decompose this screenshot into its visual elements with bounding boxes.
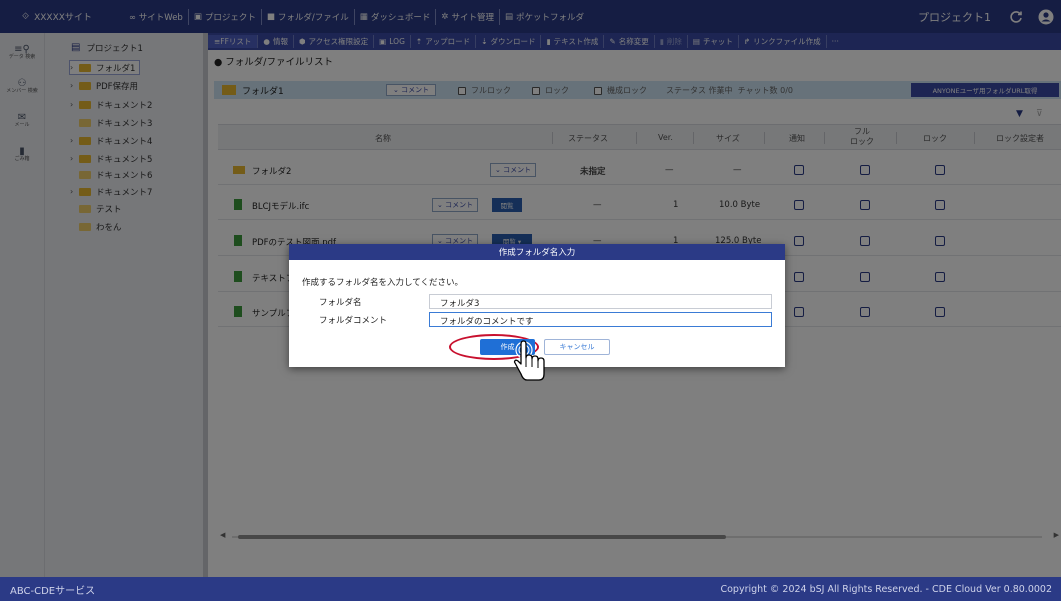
dialog-title: 作成フォルダ名入力 [289, 244, 785, 260]
hand-pointer-icon [513, 340, 545, 381]
folder-comment-label: フォルダコメント [319, 316, 388, 326]
folder-name-input[interactable]: フォルダ3 [429, 294, 772, 309]
service-name: ABC-CDEサービス [10, 585, 96, 597]
copyright: Copyright © 2024 bSJ All Rights Reserved… [720, 583, 1052, 595]
dialog-message: 作成するフォルダ名を入力してください。 [302, 278, 463, 288]
folder-comment-input[interactable]: フォルダのコメントです [429, 312, 772, 327]
footer: ABC-CDEサービス Copyright © 2024 bSJ All Rig… [0, 577, 1061, 601]
folder-name-label: フォルダ名 [319, 298, 362, 308]
cancel-button[interactable]: キャンセル [544, 339, 610, 355]
